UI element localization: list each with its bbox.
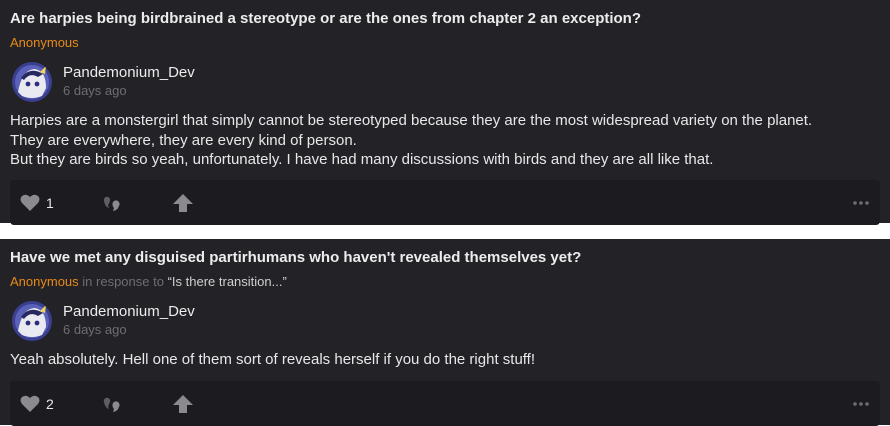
heart-icon bbox=[20, 194, 40, 211]
more-dots-icon bbox=[853, 200, 869, 205]
quote-button[interactable] bbox=[102, 180, 122, 225]
response-quote-link[interactable]: “Is there transition...” bbox=[168, 274, 287, 289]
action-bar: 2 bbox=[10, 381, 880, 426]
like-count: 1 bbox=[46, 194, 54, 211]
question-card: Have we met any disguised partirhumans w… bbox=[0, 239, 890, 426]
question-title[interactable]: Are harpies being birdbrained a stereoty… bbox=[10, 10, 641, 27]
more-options-button[interactable] bbox=[852, 381, 870, 426]
answer-line: They are everywhere, they are every kind… bbox=[10, 131, 357, 149]
in-response-label: in response to bbox=[82, 274, 164, 289]
share-button[interactable] bbox=[172, 381, 194, 426]
author-name[interactable]: Pandemonium_Dev bbox=[63, 64, 195, 81]
answer-line: Harpies are a monstergirl that simply ca… bbox=[10, 112, 813, 129]
answer-line: Yeah absolutely. Hell one of them sort o… bbox=[10, 351, 536, 368]
question-title[interactable]: Have we met any disguised partirhumans w… bbox=[10, 249, 581, 266]
answer-line: But they are birds so yeah, unfortunatel… bbox=[10, 151, 714, 168]
asker-line: Anonymous in response to “Is there trans… bbox=[10, 274, 287, 289]
share-arrow-icon bbox=[173, 394, 193, 413]
quote-icon bbox=[103, 196, 120, 211]
asker-name: Anonymous bbox=[10, 35, 79, 50]
asker-line: Anonymous bbox=[10, 35, 79, 50]
share-button[interactable] bbox=[172, 180, 194, 225]
question-card: Are harpies being birdbrained a stereoty… bbox=[0, 0, 890, 225]
author-name[interactable]: Pandemonium_Dev bbox=[63, 303, 195, 320]
quote-button[interactable] bbox=[102, 381, 122, 426]
quote-icon bbox=[103, 397, 120, 412]
timestamp: 6 days ago bbox=[63, 83, 127, 98]
timestamp: 6 days ago bbox=[63, 322, 127, 337]
action-bar: 1 bbox=[10, 180, 880, 225]
answer-text: Harpies are a monstergirl that simply ca… bbox=[10, 111, 880, 170]
avatar[interactable] bbox=[12, 62, 52, 102]
more-dots-icon bbox=[853, 401, 869, 406]
avatar[interactable] bbox=[12, 301, 52, 341]
answer-text: Yeah absolutely. Hell one of them sort o… bbox=[10, 350, 880, 370]
heart-icon bbox=[20, 395, 40, 412]
share-arrow-icon bbox=[173, 193, 193, 212]
like-count: 2 bbox=[46, 395, 54, 412]
like-button[interactable]: 2 bbox=[20, 381, 54, 426]
like-button[interactable]: 1 bbox=[20, 180, 54, 225]
more-options-button[interactable] bbox=[852, 180, 870, 225]
asker-name: Anonymous bbox=[10, 274, 79, 289]
